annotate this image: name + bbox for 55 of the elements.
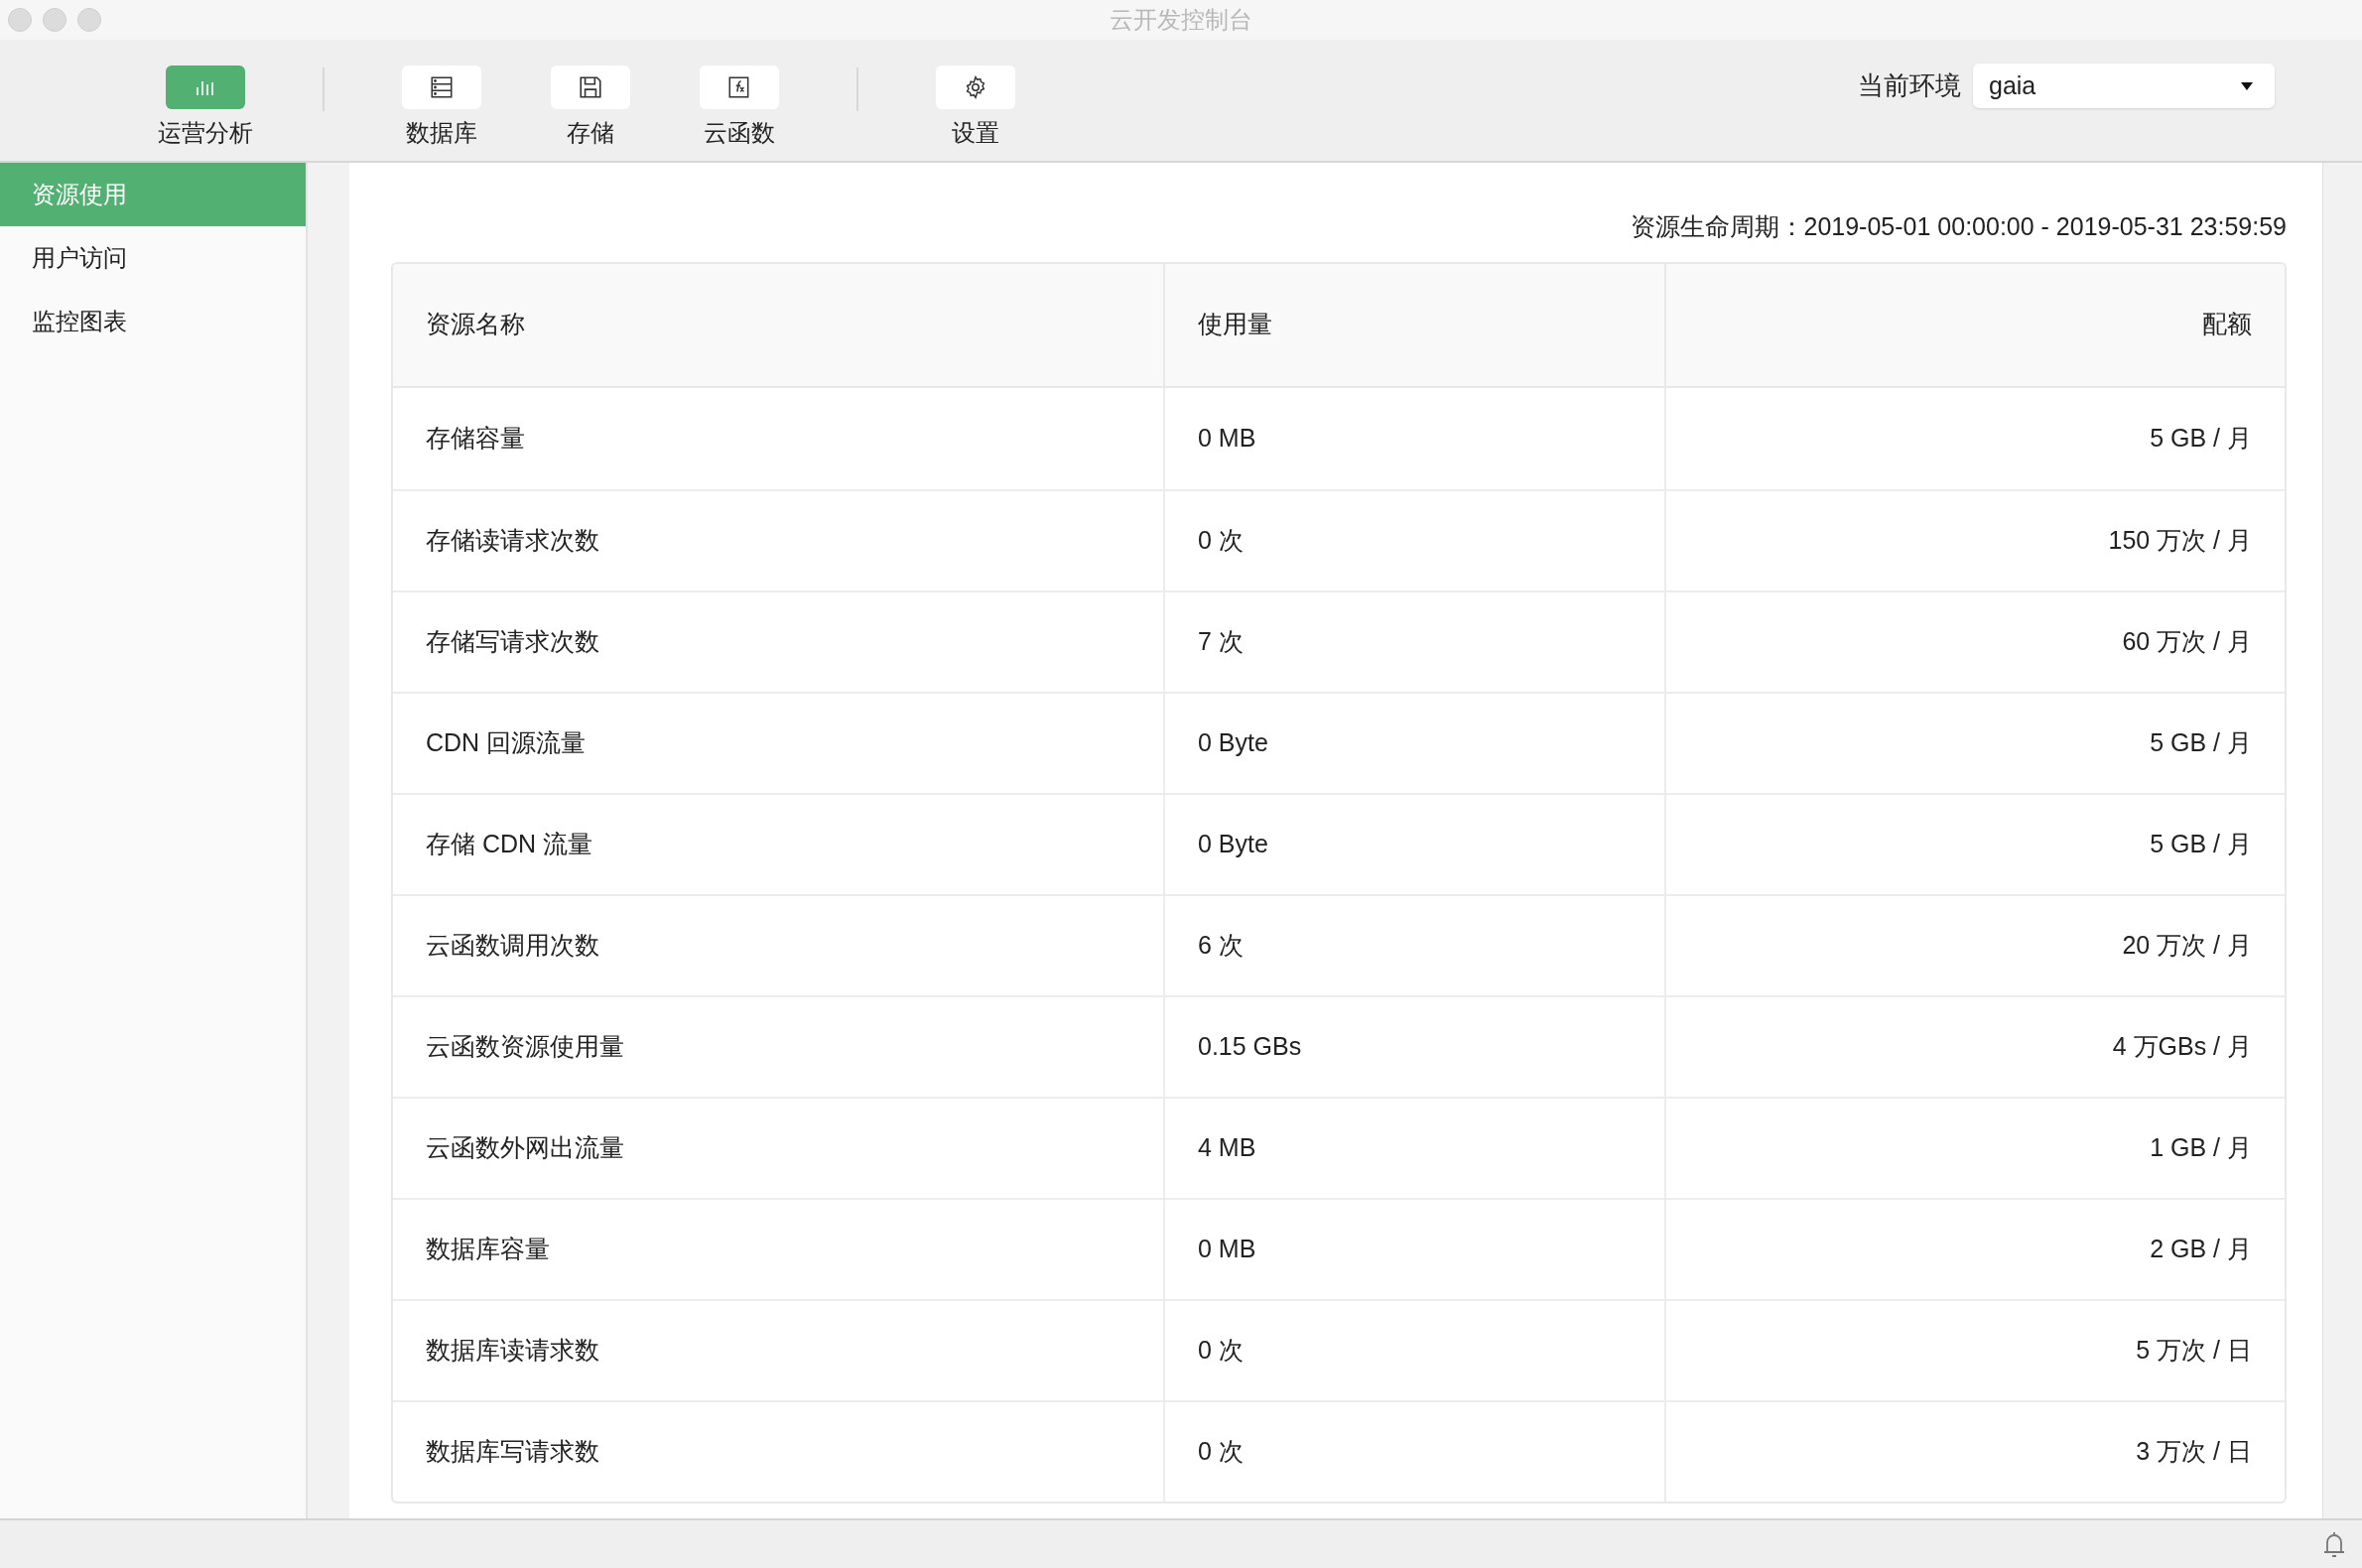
table-cell-text: 20 万次 / 月: [2122, 929, 2252, 961]
table-cell-text: 0 次: [1198, 524, 1244, 556]
table-cell-text: 2 GB / 月: [2150, 1233, 2252, 1264]
table-cell-text: 0.15 GBs: [1198, 1030, 1302, 1062]
notification-bell-icon[interactable]: [2322, 1530, 2346, 1558]
window-title: 云开发控制台: [1110, 5, 1252, 35]
toolbar-button[interactable]: [700, 65, 779, 109]
sidebar-item[interactable]: 用户访问: [0, 226, 306, 290]
column-header: 配额: [2202, 309, 2252, 340]
caret-icon: [2241, 81, 2253, 90]
save-icon: [578, 74, 603, 100]
table-cell-text: 1 GB / 月: [2150, 1131, 2252, 1163]
table-cell-text: 0 Byte: [1198, 828, 1268, 859]
toolbar-label: 存储: [567, 119, 614, 147]
table-cell-text: 5 GB / 月: [2150, 726, 2252, 758]
table-cell-text: 云函数资源使用量: [426, 1030, 624, 1062]
toolbar-label: 数据库: [406, 119, 477, 147]
table-cell-text: 5 万次 / 日: [2136, 1334, 2252, 1366]
toolbar-button[interactable]: [551, 65, 630, 109]
toolbar-label: 运营分析: [158, 119, 253, 147]
table-cell-text: 6 次: [1198, 929, 1244, 961]
toolbar-label: 设置: [952, 119, 999, 147]
table-cell-text: 存储 CDN 流量: [426, 828, 593, 859]
toolbar-button[interactable]: [402, 65, 481, 109]
lifecycle-text: 资源生命周期：2019-05-01 00:00:00 - 2019-05-31 23:59:59: [1630, 211, 2287, 242]
sidebar-item[interactable]: 监控图表: [0, 290, 306, 353]
toolbar-button[interactable]: [936, 65, 1015, 109]
server-rack-icon: [429, 74, 455, 100]
table-cell-text: 0 次: [1198, 1435, 1244, 1467]
table-cell-text: 4 万GBs / 月: [2112, 1030, 2252, 1062]
table-cell-text: 存储容量: [426, 422, 525, 454]
environment-label: 当前环境: [1858, 69, 1961, 102]
toolbar-label: 云函数: [704, 119, 775, 147]
table-cell-text: 云函数外网出流量: [426, 1131, 624, 1163]
table-cell-text: 150 万次 / 月: [2108, 524, 2252, 556]
table-cell-text: 0 MB: [1198, 422, 1256, 454]
column-header: 使用量: [1198, 309, 1272, 340]
table-cell-text: 存储写请求次数: [426, 625, 599, 657]
table-cell-text: 0 MB: [1198, 1233, 1256, 1264]
table-cell-text: CDN 回源流量: [426, 726, 587, 758]
column-header: 资源名称: [426, 309, 525, 340]
environment-select[interactable]: gaia: [1973, 64, 2275, 108]
table-cell-text: 存储读请求次数: [426, 524, 599, 556]
table-cell-text: 60 万次 / 月: [2122, 625, 2252, 657]
table-cell-text: 7 次: [1198, 625, 1244, 657]
table-cell-text: 4 MB: [1198, 1131, 1256, 1163]
table-cell-text: 数据库写请求数: [426, 1435, 599, 1467]
table-cell-text: 云函数调用次数: [426, 929, 599, 961]
table-cell-text: 5 GB / 月: [2150, 422, 2252, 454]
table-cell-text: 3 万次 / 日: [2136, 1435, 2252, 1467]
table-cell-text: 0 次: [1198, 1334, 1244, 1366]
table-cell-text: 数据库容量: [426, 1233, 550, 1264]
table-cell-text: 0 Byte: [1198, 726, 1268, 758]
table-cell-text: 5 GB / 月: [2150, 828, 2252, 859]
table-cell-text: 数据库读请求数: [426, 1334, 599, 1366]
